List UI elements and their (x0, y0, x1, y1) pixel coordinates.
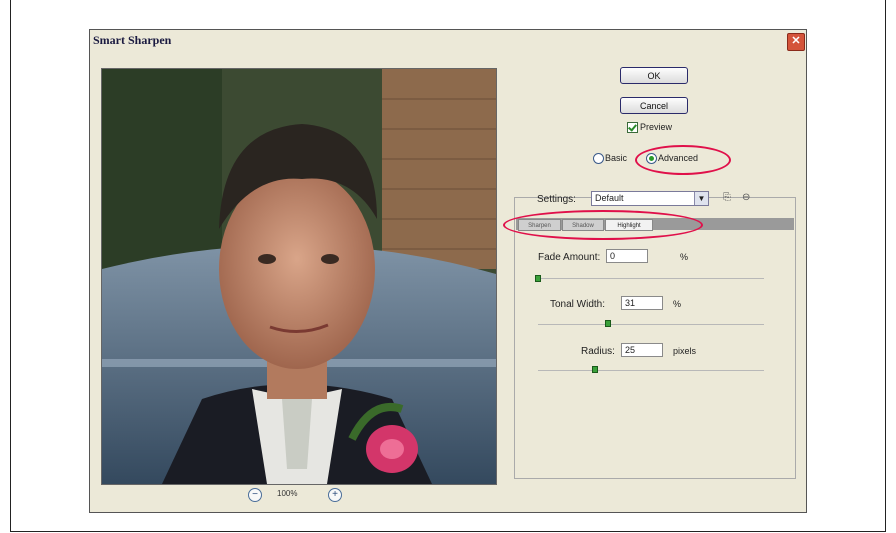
zoom-out-button[interactable]: − (248, 488, 262, 502)
tonal-width-slider[interactable] (538, 324, 764, 325)
fade-amount-input[interactable]: 0 (606, 249, 648, 263)
settings-panel (514, 197, 796, 479)
fade-amount-slider-thumb[interactable] (535, 275, 541, 282)
zoom-in-button[interactable]: + (328, 488, 342, 502)
radio-icon (593, 153, 604, 165)
dialog-title: Smart Sharpen (93, 33, 172, 47)
ok-button[interactable]: OK (620, 67, 688, 84)
check-icon (627, 122, 638, 134)
tonal-width-slider-thumb[interactable] (605, 320, 612, 327)
fade-amount-label: Fade Amount: (538, 252, 601, 263)
advanced-highlight-ring (635, 145, 731, 175)
basic-label: Basic (605, 153, 628, 163)
settings-label: Settings: (537, 194, 576, 205)
preview-checkbox[interactable]: Preview (627, 122, 673, 134)
smart-sharpen-dialog: Smart Sharpen ✕ − 100% + OK Cancel Previ… (89, 29, 807, 513)
fade-amount-slider[interactable] (538, 278, 764, 279)
settings-value: Default (595, 193, 624, 203)
chevron-down-icon: ▼ (694, 192, 708, 205)
radius-unit: pixels (673, 346, 697, 356)
preview-label: Preview (640, 122, 673, 132)
fade-amount-unit: % (680, 252, 689, 262)
zoom-controls: − 100% + (240, 486, 360, 506)
tonal-width-label: Tonal Width: (550, 299, 606, 310)
tabs-highlight-ring (503, 210, 703, 240)
save-preset-icon[interactable]: ⎘ (723, 192, 731, 203)
radius-input[interactable]: 25 (621, 343, 663, 357)
settings-dropdown[interactable]: Default ▼ (591, 191, 709, 206)
radius-slider[interactable] (538, 370, 764, 371)
tonal-width-unit: % (673, 299, 682, 309)
basic-radio[interactable]: Basic (593, 153, 628, 165)
portrait-photo (102, 69, 496, 484)
radius-slider-thumb[interactable] (591, 366, 598, 373)
cancel-button[interactable]: Cancel (620, 97, 688, 114)
zoom-level: 100% (277, 489, 298, 498)
close-button[interactable]: ✕ (787, 33, 805, 51)
tonal-width-input[interactable]: 31 (621, 296, 663, 310)
preview-image[interactable] (101, 68, 497, 485)
delete-preset-icon[interactable]: ⊖ (742, 192, 750, 203)
title-bar: Smart Sharpen ✕ (90, 30, 806, 51)
radius-label: Radius: (581, 346, 615, 357)
